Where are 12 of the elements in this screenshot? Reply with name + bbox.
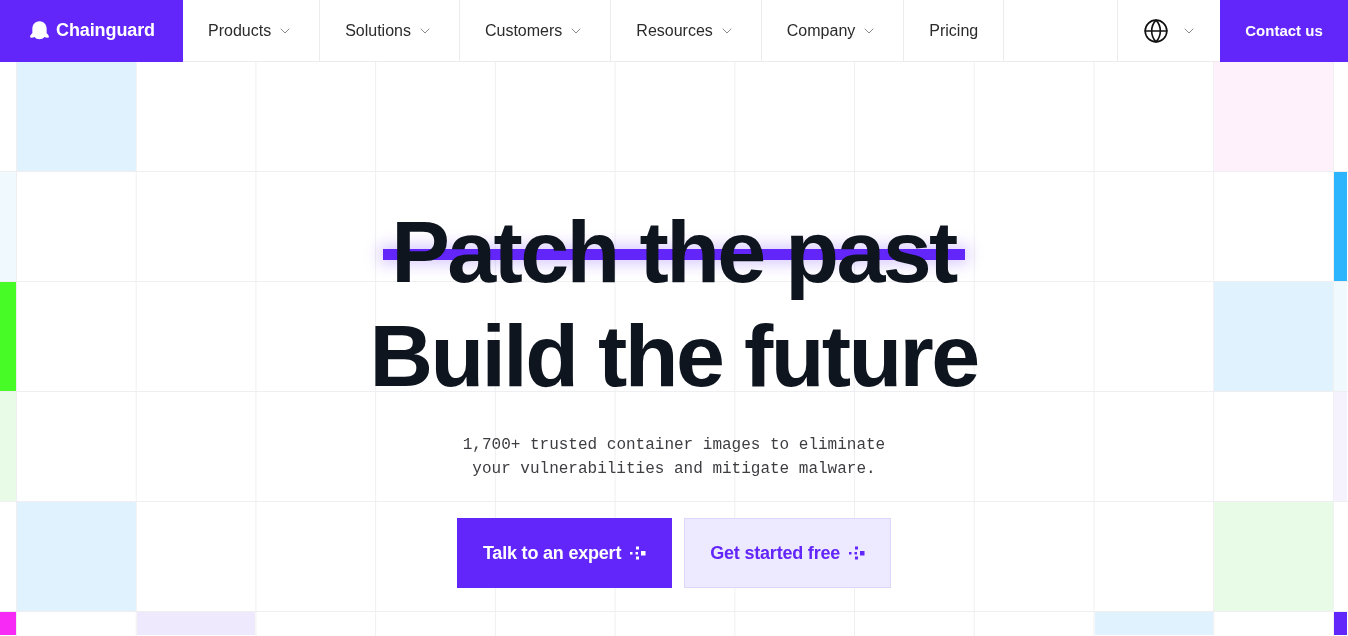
logo-link[interactable]: Chainguard: [0, 0, 183, 62]
globe-icon: [1143, 17, 1169, 44]
ghost-icon: [30, 21, 49, 40]
primary-button[interactable]: Talk to an expert: [456, 518, 673, 588]
contact-button[interactable]: Contact us: [1220, 0, 1348, 62]
headline-text: Build the future: [368, 305, 979, 407]
hero-subtitle: 1,700+ trusted container images to eliminate your vulnerabilities and mitigate malware.: [461, 435, 887, 480]
pixel-arrow-icon: [849, 546, 866, 560]
secondary-button[interactable]: Get started free: [684, 518, 892, 588]
pixel-arrow-icon: [630, 546, 647, 560]
decorative-tile: [1334, 612, 1347, 635]
decorative-tile: [0, 612, 16, 635]
